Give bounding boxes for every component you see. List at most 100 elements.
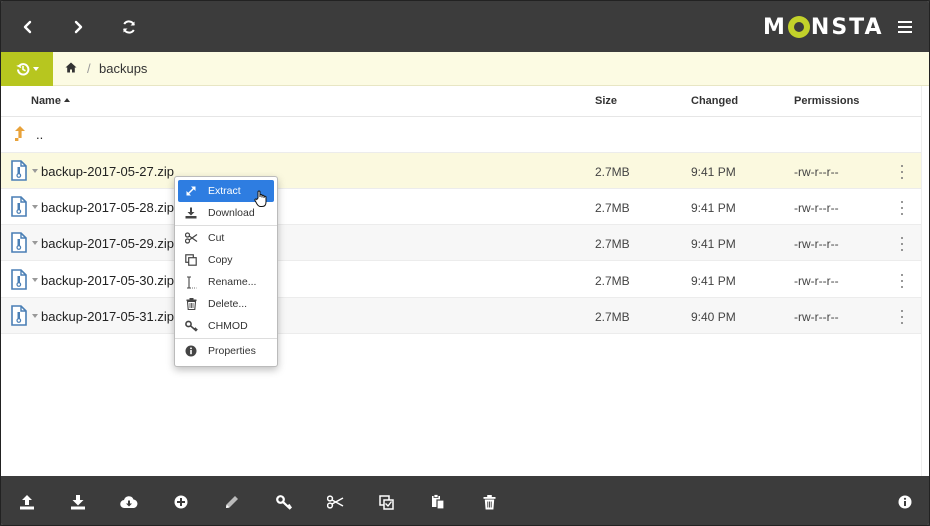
menu-item-label: Copy xyxy=(208,254,233,266)
file-row[interactable]: backup-2017-05-28.zip 2.7MB 9:41 PM -rw-… xyxy=(1,189,921,225)
column-header-permissions[interactable]: Permissions xyxy=(794,95,859,107)
copy-button[interactable] xyxy=(376,492,396,512)
history-dropdown-button[interactable] xyxy=(1,52,53,86)
menu-item-label: CHMOD xyxy=(208,320,248,332)
more-options-icon[interactable] xyxy=(899,201,905,215)
monsta-logo: M NSTA xyxy=(763,13,884,41)
zip-file-icon xyxy=(11,196,27,217)
breadcrumb-current-dir[interactable]: backups xyxy=(99,61,147,76)
menu-item-delete[interactable]: Delete... xyxy=(178,293,274,315)
menu-item-chmod[interactable]: CHMOD xyxy=(178,315,274,337)
bottom-toolbar xyxy=(1,476,929,525)
cloud-download-icon xyxy=(120,496,138,509)
refresh-icon xyxy=(123,20,135,34)
file-name[interactable]: backup-2017-05-30.zip xyxy=(41,273,174,288)
chevron-down-icon[interactable] xyxy=(32,314,38,318)
pencil-icon xyxy=(226,496,238,508)
history-icon xyxy=(15,63,29,76)
main-menu-button[interactable] xyxy=(889,11,921,43)
edit-button[interactable] xyxy=(222,492,242,512)
column-header-name-label: Name xyxy=(31,95,61,107)
delete-button[interactable] xyxy=(479,492,499,512)
info-icon xyxy=(184,344,198,358)
column-header-changed[interactable]: Changed xyxy=(691,95,738,107)
zip-file-icon xyxy=(11,160,27,181)
trash-icon xyxy=(483,494,495,509)
parent-directory-label: .. xyxy=(36,127,44,142)
breadcrumb: / backups xyxy=(1,52,929,86)
column-header-name[interactable]: Name xyxy=(31,95,70,107)
logo-o-mark xyxy=(787,16,810,38)
upload-button[interactable] xyxy=(17,492,37,512)
file-changed: 9:40 PM xyxy=(691,310,736,324)
breadcrumb-separator: / xyxy=(87,61,91,76)
file-changed: 9:41 PM xyxy=(691,237,736,251)
logo-text-prefix: M xyxy=(763,14,787,40)
file-changed: 9:41 PM xyxy=(691,274,736,288)
menu-item-label: Extract xyxy=(208,185,241,197)
hand-cursor-icon xyxy=(254,190,267,207)
chmod-button[interactable] xyxy=(274,492,294,512)
info-button[interactable] xyxy=(895,492,915,512)
file-size: 2.7MB xyxy=(595,237,630,251)
upload-icon xyxy=(20,494,34,509)
copy-icon xyxy=(184,253,198,267)
forward-button[interactable] xyxy=(62,11,94,43)
menu-divider xyxy=(175,225,277,226)
file-name[interactable]: backup-2017-05-28.zip xyxy=(41,200,174,215)
arrow-up-icon xyxy=(15,126,25,141)
zip-file-icon xyxy=(11,232,27,253)
file-name[interactable]: backup-2017-05-27.zip xyxy=(41,164,174,179)
paste-button[interactable] xyxy=(428,492,448,512)
chevron-down-icon[interactable] xyxy=(32,205,38,209)
column-header-size[interactable]: Size xyxy=(595,95,617,107)
file-row[interactable]: backup-2017-05-30.zip 2.7MB 9:41 PM -rw-… xyxy=(1,262,921,298)
file-changed: 9:41 PM xyxy=(691,165,736,179)
more-options-icon[interactable] xyxy=(899,274,905,288)
parent-directory-row[interactable]: .. xyxy=(1,117,921,153)
file-permissions: -rw-r--r-- xyxy=(794,274,839,288)
menu-item-properties[interactable]: Properties xyxy=(178,340,274,362)
home-icon[interactable] xyxy=(65,62,77,73)
chevron-left-icon xyxy=(23,20,32,34)
more-options-icon[interactable] xyxy=(899,310,905,324)
menu-item-cut[interactable]: Cut xyxy=(178,227,274,249)
file-size: 2.7MB xyxy=(595,201,630,215)
file-permissions: -rw-r--r-- xyxy=(794,237,839,251)
file-changed: 9:41 PM xyxy=(691,201,736,215)
file-row[interactable]: backup-2017-05-31.zip 2.7MB 9:40 PM -rw-… xyxy=(1,298,921,334)
back-button[interactable] xyxy=(12,11,44,43)
fetch-file-button[interactable] xyxy=(119,492,139,512)
file-row[interactable]: backup-2017-05-29.zip 2.7MB 9:41 PM -rw-… xyxy=(1,225,921,261)
download-icon xyxy=(184,206,198,220)
chevron-down-icon[interactable] xyxy=(32,241,38,245)
scissors-icon xyxy=(184,231,198,245)
download-button[interactable] xyxy=(68,492,88,512)
menu-divider xyxy=(175,338,277,339)
zip-file-icon xyxy=(11,305,27,326)
app-window: M NSTA / backups Name Size Changed Permis… xyxy=(0,0,930,526)
vertical-scrollbar[interactable] xyxy=(921,86,929,476)
menu-item-label: Download xyxy=(208,207,255,219)
file-permissions: -rw-r--r-- xyxy=(794,310,839,324)
file-row[interactable]: backup-2017-05-27.zip 2.7MB 9:41 PM -rw-… xyxy=(1,153,921,189)
chevron-down-icon[interactable] xyxy=(32,278,38,282)
more-options-icon[interactable] xyxy=(899,165,905,179)
copy-icon xyxy=(378,494,394,510)
add-icon xyxy=(174,495,188,509)
trash-icon xyxy=(184,297,198,311)
chevron-down-icon[interactable] xyxy=(32,169,38,173)
paste-icon xyxy=(432,494,445,510)
expand-icon xyxy=(184,184,198,198)
refresh-button[interactable] xyxy=(113,11,145,43)
menu-item-copy[interactable]: Copy xyxy=(178,249,274,271)
menu-item-label: Properties xyxy=(208,345,256,357)
cut-button[interactable] xyxy=(325,492,345,512)
file-name[interactable]: backup-2017-05-29.zip xyxy=(41,236,174,251)
hamburger-icon xyxy=(898,21,912,33)
new-item-button[interactable] xyxy=(171,492,191,512)
menu-item-rename[interactable]: Rename... xyxy=(178,271,274,293)
zip-file-icon xyxy=(11,269,27,290)
more-options-icon[interactable] xyxy=(899,237,905,251)
file-name[interactable]: backup-2017-05-31.zip xyxy=(41,309,174,324)
